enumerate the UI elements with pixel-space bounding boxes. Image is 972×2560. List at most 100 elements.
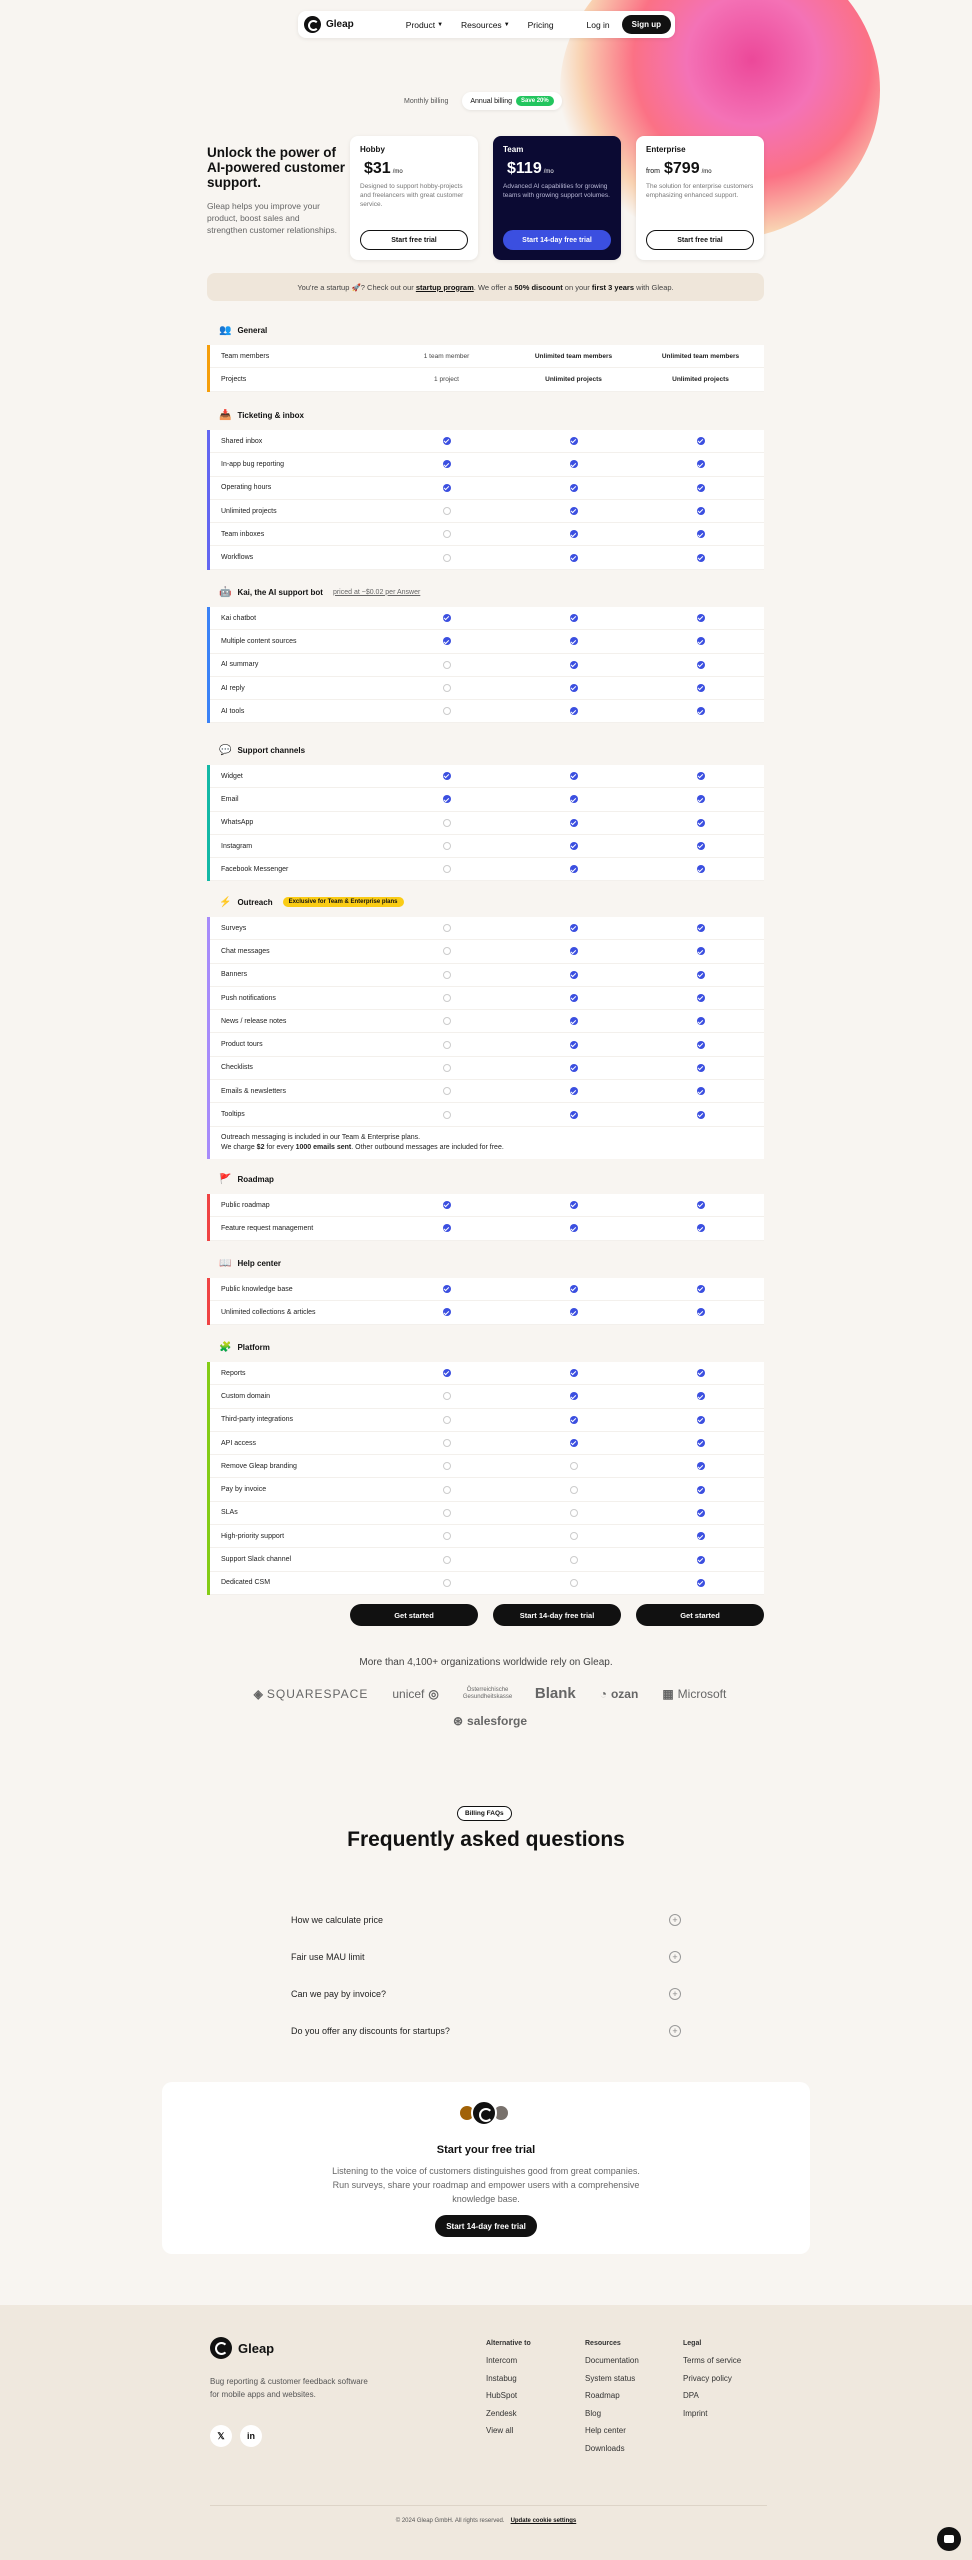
check-circle-icon: [696, 1063, 705, 1072]
footer-link[interactable]: Roadmap: [585, 2391, 639, 2400]
outreach-note: Outreach messaging is included in our Te…: [207, 1126, 764, 1159]
signup-button[interactable]: Sign up: [621, 15, 671, 34]
feature-row: Dedicated CSM: [210, 1572, 764, 1595]
start-free-trial-button[interactable]: Start free trial: [360, 230, 468, 250]
feature-label: Email: [221, 795, 239, 803]
ozan-logo: ◔ ozan: [599, 1686, 639, 1701]
empty-circle-icon: [442, 1017, 451, 1026]
feature-row: Checklists: [210, 1057, 764, 1081]
feature-row: AI summary: [210, 654, 764, 677]
check-circle-icon: [696, 1201, 705, 1210]
section-header: ⚡ Outreach Exclusive for Team & Enterprise…: [207, 887, 764, 917]
check-circle-icon: [696, 1508, 705, 1517]
get-started-button[interactable]: Get started: [636, 1604, 764, 1626]
feature-cell: [383, 530, 510, 539]
check-circle-icon: [569, 1063, 578, 1072]
empty-circle-icon: [442, 1087, 451, 1096]
nav-brand[interactable]: Gleap: [326, 19, 354, 30]
pricing-note-link[interactable]: priced at ~$0.02 per Answer: [333, 589, 420, 596]
check-circle-icon: [569, 637, 578, 646]
empty-circle-icon: [442, 660, 451, 669]
feature-label: Pay by invoice: [221, 1486, 267, 1494]
gleap-logo-icon[interactable]: [304, 16, 321, 33]
login-link[interactable]: Log in: [587, 20, 610, 30]
start-14-day-trial-button[interactable]: Start 14-day free trial: [493, 1604, 621, 1626]
feature-row: In-app bug reporting: [210, 453, 764, 477]
check-circle-icon: [442, 1285, 451, 1294]
start-14-day-trial-button[interactable]: Start 14-day free trial: [435, 2215, 537, 2237]
empty-circle-icon: [442, 1462, 451, 1471]
footer-link[interactable]: View all: [486, 2426, 531, 2435]
startup-program-link[interactable]: startup program: [416, 283, 474, 292]
empty-circle-icon: [569, 1462, 578, 1471]
footer-link[interactable]: Imprint: [683, 2409, 741, 2418]
x-twitter-icon[interactable]: 𝕏: [210, 2425, 232, 2447]
monthly-billing-option[interactable]: Monthly billing: [396, 94, 456, 109]
footer-link[interactable]: Documentation: [585, 2356, 639, 2365]
feature-row: Emails & newsletters: [210, 1080, 764, 1104]
get-started-button[interactable]: Get started: [350, 1604, 478, 1626]
annual-billing-option[interactable]: Annual billing Save 20%: [462, 92, 562, 110]
feature-cell: [383, 924, 510, 933]
feature-row: Widget: [210, 765, 764, 789]
empty-circle-icon: [442, 1063, 451, 1072]
footer-link[interactable]: Intercom: [486, 2356, 531, 2365]
check-circle-icon: [569, 772, 578, 781]
footer-link[interactable]: Downloads: [585, 2444, 639, 2453]
check-circle-icon: [569, 1415, 578, 1424]
feature-label: Team inboxes: [221, 530, 265, 538]
nav-pricing[interactable]: Pricing: [528, 20, 554, 30]
footer-link[interactable]: Help center: [585, 2426, 639, 2435]
hero-title: Unlock the power of AI-powered customer …: [207, 145, 346, 190]
check-circle-icon: [696, 553, 705, 562]
nav-product[interactable]: Product ▼: [406, 20, 443, 30]
faq-item[interactable]: How we calculate price +: [291, 1910, 681, 1930]
section-icon: 📥: [219, 409, 232, 421]
feature-cell: [383, 1110, 510, 1119]
empty-circle-icon: [442, 553, 451, 562]
check-circle-icon: [696, 507, 705, 516]
feature-row: High-priority support: [210, 1525, 764, 1549]
linkedin-icon[interactable]: in: [240, 2425, 262, 2447]
footer-link[interactable]: System status: [585, 2374, 639, 2383]
feature-cell: [383, 1201, 510, 1210]
feature-label: Push notifications: [221, 994, 276, 1002]
faq-item[interactable]: Fair use MAU limit +: [291, 1947, 681, 1967]
footer-copyright: © 2024 Gleap GmbH. All rights reserved. U…: [395, 2518, 577, 2524]
footer-link[interactable]: Terms of service: [683, 2356, 741, 2365]
feature-cell: [637, 437, 764, 446]
section-icon: 📖: [219, 1257, 232, 1269]
footer-link[interactable]: HubSpot: [486, 2391, 531, 2400]
start-14-day-trial-button[interactable]: Start 14-day free trial: [503, 230, 611, 250]
check-circle-icon: [696, 1369, 705, 1378]
footer-link[interactable]: Zendesk: [486, 2409, 531, 2418]
feature-row: Banners: [210, 964, 764, 987]
empty-circle-icon: [442, 1508, 451, 1517]
feature-cell: [383, 507, 510, 516]
feature-section: 🤖 Kai, the AI support bot priced at ~$0.02…: [207, 577, 764, 724]
feature-cell: [510, 865, 637, 874]
footer-link[interactable]: DPA: [683, 2391, 741, 2400]
footer-link[interactable]: Blog: [585, 2409, 639, 2418]
feature-cell: [637, 818, 764, 827]
feature-row: WhatsApp: [210, 812, 764, 835]
cookie-settings-link[interactable]: Update cookie settings: [511, 2518, 577, 2524]
check-circle-icon: [569, 1392, 578, 1401]
check-circle-icon: [569, 818, 578, 827]
plan-card-team: Team $119/mo Advanced AI capabilities fo…: [493, 136, 621, 260]
feature-cell: [510, 947, 637, 956]
empty-circle-icon: [442, 947, 451, 956]
chat-launcher-button[interactable]: [937, 2527, 961, 2551]
nav-resources[interactable]: Resources ▼: [461, 20, 510, 30]
footer-link[interactable]: Instabug: [486, 2374, 531, 2383]
feature-label: Kai chatbot: [221, 614, 257, 622]
feature-label: Dedicated CSM: [221, 1579, 271, 1587]
footer-logo[interactable]: Gleap: [210, 2337, 274, 2359]
faq-item[interactable]: Can we pay by invoice? +: [291, 1984, 681, 2004]
start-free-trial-button[interactable]: Start free trial: [646, 230, 754, 250]
empty-circle-icon: [442, 1485, 451, 1494]
feature-cell: [383, 1485, 510, 1494]
feature-row: Public roadmap: [210, 1194, 764, 1218]
faq-item[interactable]: Do you offer any discounts for startups?…: [291, 2021, 681, 2041]
footer-link[interactable]: Privacy policy: [683, 2374, 741, 2383]
